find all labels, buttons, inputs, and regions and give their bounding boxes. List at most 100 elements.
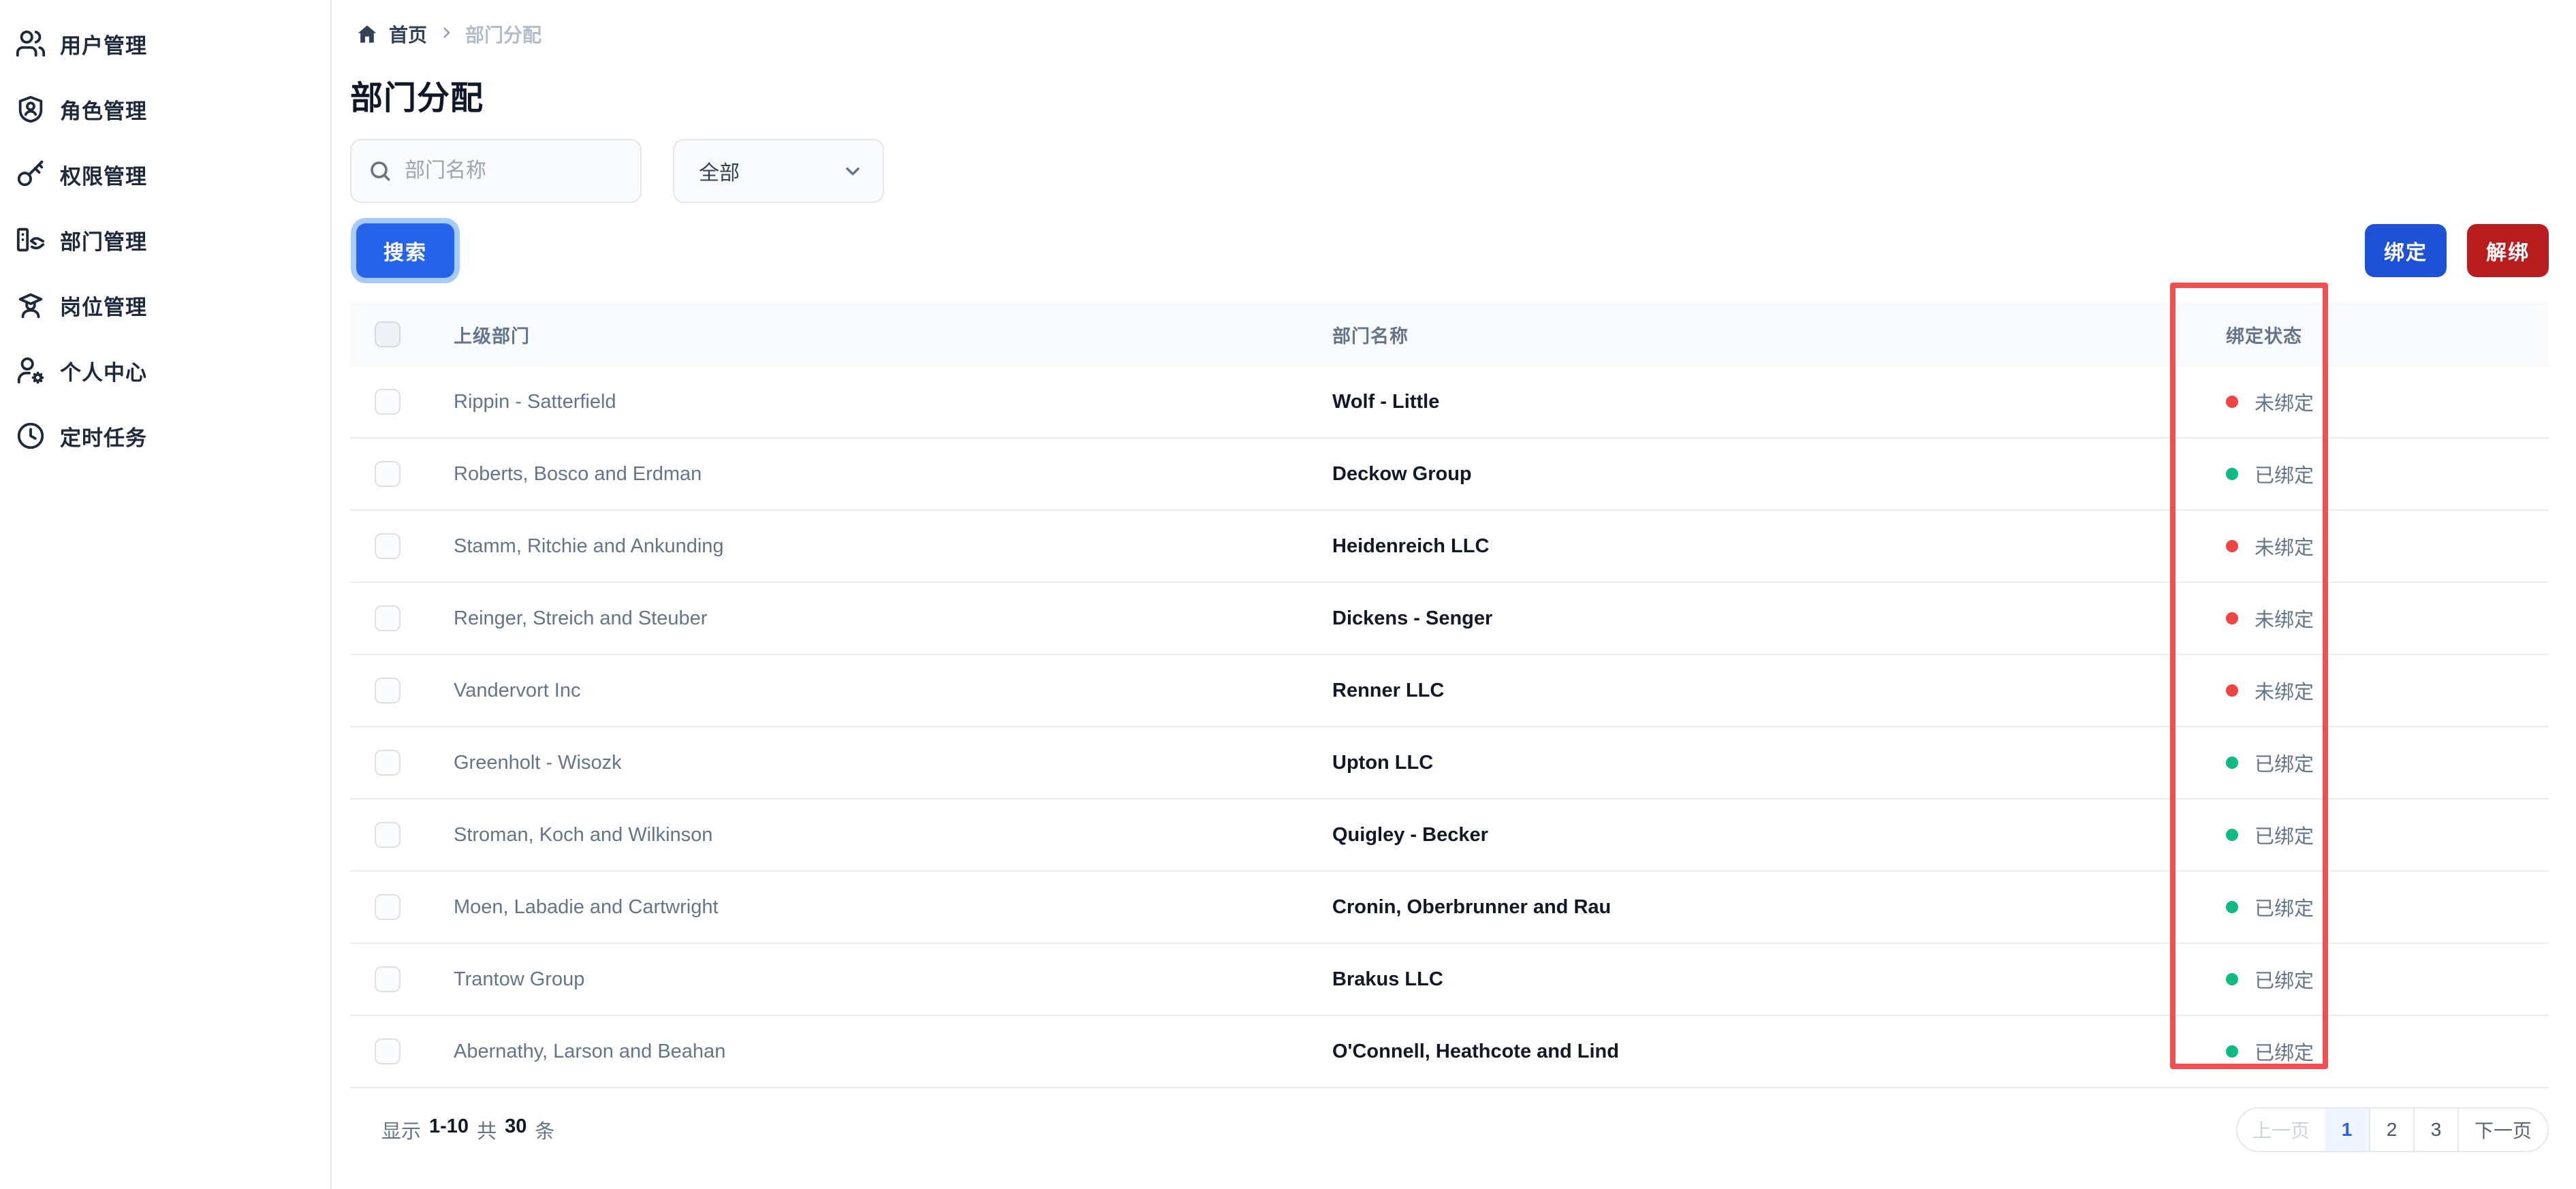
department-name-cell: Wolf - Little (1332, 390, 1440, 413)
binding-status-cell: 未绑定 (2226, 604, 2549, 633)
row-checkbox[interactable] (375, 389, 400, 415)
status-dot-icon (2226, 973, 2238, 985)
status-label: 未绑定 (2255, 682, 2314, 703)
sidebar-item-position-management[interactable]: 岗位管理 (0, 272, 330, 338)
status-label: 未绑定 (2255, 609, 2314, 631)
department-name-cell: Renner LLC (1332, 679, 1445, 701)
row-checkbox[interactable] (375, 678, 400, 703)
page-button-2[interactable]: 2 (2369, 1109, 2413, 1151)
parent-department-cell: Stamm, Ritchie and Ankunding (454, 535, 724, 557)
column-header-status: 绑定状态 (2226, 326, 2302, 347)
bind-button[interactable]: 绑定 (2365, 224, 2447, 277)
binding-status-cell: 未绑定 (2226, 676, 2549, 705)
sidebar-item-label: 用户管理 (60, 33, 147, 58)
sidebar-item-label: 定时任务 (60, 426, 147, 450)
sidebar-item-permission-management[interactable]: 权限管理 (0, 142, 330, 207)
row-checkbox[interactable] (375, 894, 400, 920)
departments-table: 上级部门 部门名称 绑定状态 Rippin - Satterfield Wolf… (350, 302, 2549, 1088)
row-checkbox[interactable] (375, 533, 400, 559)
page-button-3[interactable]: 3 (2413, 1109, 2457, 1151)
chevron-down-icon (846, 167, 860, 176)
select-value: 全部 (699, 162, 740, 185)
unbind-button[interactable]: 解绑 (2467, 224, 2549, 277)
page-title: 部门分配 (350, 80, 484, 116)
sidebar-item-label: 部门管理 (60, 229, 147, 254)
search-button[interactable]: 搜索 (356, 223, 454, 278)
status-label: 已绑定 (2255, 754, 2314, 776)
key-icon (17, 160, 44, 187)
home-icon (358, 25, 377, 43)
table-row: Moen, Labadie and Cartwright Cronin, Obe… (350, 872, 2549, 944)
breadcrumb-current: 部门分配 (465, 25, 542, 46)
status-label: 已绑定 (2255, 1043, 2314, 1064)
status-label: 未绑定 (2255, 393, 2314, 415)
status-label: 已绑定 (2255, 898, 2314, 920)
department-search-box (350, 139, 642, 203)
row-checkbox[interactable] (375, 966, 400, 992)
sidebar-item-label: 个人中心 (60, 360, 147, 385)
column-header-name: 部门名称 (1332, 326, 1409, 347)
table-header-row: 上级部门 部门名称 绑定状态 (350, 302, 2549, 366)
binding-status-cell: 已绑定 (2226, 893, 2549, 921)
sidebar-item-role-management[interactable]: 角色管理 (0, 76, 330, 142)
parent-department-cell: Moen, Labadie and Cartwright (454, 895, 719, 918)
status-dot-icon (2226, 468, 2238, 480)
row-checkbox[interactable] (375, 1039, 400, 1064)
parent-department-cell: Trantow Group (454, 968, 585, 990)
table-row: Stamm, Ritchie and Ankunding Heidenreich… (350, 511, 2549, 583)
department-name-cell: Dickens - Senger (1332, 607, 1493, 629)
parent-department-cell: Stroman, Koch and Wilkinson (454, 823, 713, 846)
row-checkbox[interactable] (375, 822, 400, 848)
binding-status-cell: 已绑定 (2226, 460, 2549, 488)
binding-status-cell: 已绑定 (2226, 821, 2549, 849)
table-footer: 显示 1-10 共 30 条 上一页 123 下一页 (350, 1107, 2549, 1152)
status-label: 已绑定 (2255, 826, 2314, 848)
row-checkbox[interactable] (375, 750, 400, 776)
parent-department-cell: Vandervort Inc (454, 679, 581, 701)
status-dot-icon (2226, 829, 2238, 841)
parent-department-cell: Rippin - Satterfield (454, 390, 616, 413)
binding-status-cell: 未绑定 (2226, 387, 2549, 416)
status-label: 未绑定 (2255, 537, 2314, 559)
sidebar-item-scheduled-tasks[interactable]: 定时任务 (0, 403, 330, 469)
department-name-cell: O'Connell, Heathcote and Lind (1332, 1040, 1619, 1062)
status-dot-icon (2226, 540, 2238, 552)
parent-department-cell: Roberts, Bosco and Erdman (454, 462, 702, 485)
previous-page-button[interactable]: 上一页 (2237, 1109, 2325, 1151)
status-dot-icon (2226, 1045, 2238, 1058)
department-name-cell: Upton LLC (1332, 751, 1434, 774)
breadcrumb-home-link[interactable]: 首页 (389, 20, 427, 48)
select-all-checkbox[interactable] (375, 321, 400, 347)
parent-department-cell: Abernathy, Larson and Beahan (454, 1040, 726, 1062)
search-icon (371, 161, 390, 181)
pagination-summary: 显示 1-10 共 30 条 (381, 1115, 555, 1143)
status-filter-select[interactable]: 全部 (673, 139, 884, 203)
chevron-right-icon (438, 25, 454, 44)
row-checkbox[interactable] (375, 461, 400, 487)
clock-icon (17, 422, 44, 449)
table-row: Vandervort Inc Renner LLC 未绑定 (350, 655, 2549, 727)
breadcrumb: 首页 部门分配 (350, 18, 2549, 50)
user-gear-icon (17, 357, 44, 384)
table-body: Rippin - Satterfield Wolf - Little 未绑定 R… (350, 366, 2549, 1088)
bulk-action-buttons: 绑定 解绑 (2365, 224, 2549, 277)
table-row: Rippin - Satterfield Wolf - Little 未绑定 (350, 366, 2549, 439)
sidebar-item-personal-center[interactable]: 个人中心 (0, 338, 330, 403)
page-number-buttons: 123 (2325, 1109, 2457, 1151)
sidebar-item-department-management[interactable]: 部门管理 (0, 207, 330, 272)
table-row: Reinger, Streich and Steuber Dickens - S… (350, 583, 2549, 655)
next-page-button[interactable]: 下一页 (2457, 1109, 2547, 1151)
status-label: 已绑定 (2255, 970, 2314, 992)
app-window: 用户管理 角色管理 权限管理 部门管理 岗位管理 个人中心 定时任务 首页 部门… (0, 0, 2576, 1189)
table-row: Roberts, Bosco and Erdman Deckow Group 已… (350, 439, 2549, 511)
department-name-cell: Brakus LLC (1332, 968, 1443, 990)
status-label: 已绑定 (2255, 465, 2314, 487)
filter-row: 全部 (350, 139, 2549, 203)
table-row: Trantow Group Brakus LLC 已绑定 (350, 944, 2549, 1016)
binding-status-cell: 已绑定 (2226, 1037, 2549, 1066)
row-checkbox[interactable] (375, 605, 400, 631)
sidebar-item-user-management[interactable]: 用户管理 (0, 11, 330, 76)
page-button-1[interactable]: 1 (2325, 1109, 2369, 1151)
department-name-input[interactable] (405, 159, 609, 183)
department-icon (16, 227, 45, 252)
